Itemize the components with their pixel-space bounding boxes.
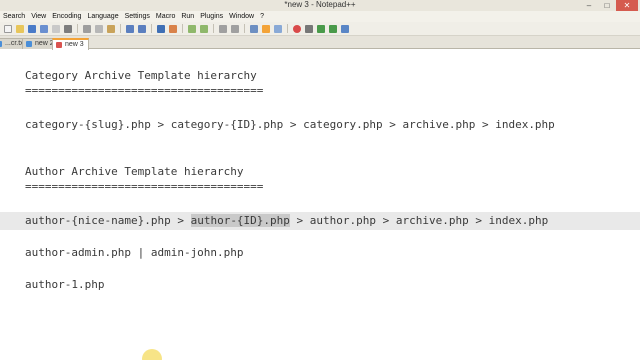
- menu-plugins[interactable]: Plugins: [197, 11, 226, 22]
- zoom-out-icon[interactable]: [200, 24, 208, 33]
- tab-label: new 3: [65, 41, 84, 48]
- tab-new-3[interactable]: new 3: [52, 38, 89, 50]
- title-bar: *new 3 - Notepad++ – □ ✕: [0, 0, 640, 11]
- window-controls: – □ ✕: [580, 0, 638, 11]
- tab-label: new 2: [35, 40, 54, 47]
- paste-icon[interactable]: [107, 24, 115, 33]
- menu-run[interactable]: Run: [178, 11, 197, 22]
- saved-file-icon: [0, 41, 2, 47]
- tab-bar: ...cr.txt new 2 new 3: [0, 36, 640, 50]
- code-line-category-heading: Category Archive Template hierarchy: [25, 69, 257, 82]
- menu-macro[interactable]: Macro: [153, 11, 178, 22]
- cut-icon[interactable]: [83, 24, 91, 33]
- stop-macro-icon[interactable]: [305, 24, 313, 33]
- redo-icon[interactable]: [138, 24, 146, 33]
- toolbar-separator: [182, 24, 183, 33]
- show-all-icon[interactable]: [262, 24, 270, 33]
- new-file-icon[interactable]: [4, 24, 12, 33]
- menu-help[interactable]: ?: [257, 11, 267, 22]
- zoom-in-icon[interactable]: [188, 24, 196, 33]
- close-button[interactable]: ✕: [616, 0, 638, 11]
- text-editor[interactable]: Category Archive Template hierarchy ====…: [0, 50, 640, 360]
- unsaved-file-icon: [56, 42, 62, 48]
- toolbar-separator: [213, 24, 214, 33]
- undo-icon[interactable]: [126, 24, 134, 33]
- code-line-author-chain: author-{nice-name}.php > author-{ID}.php…: [25, 214, 548, 228]
- play-macro-icon[interactable]: [317, 24, 325, 33]
- saved-file-icon: [26, 41, 32, 47]
- toolbar-separator: [77, 24, 78, 33]
- code-text: author-{nice-name}.php >: [25, 214, 191, 227]
- close-icon[interactable]: [52, 24, 60, 33]
- menu-encoding[interactable]: Encoding: [49, 11, 84, 22]
- toolbar-separator: [244, 24, 245, 33]
- indent-guide-icon[interactable]: [274, 24, 282, 33]
- code-line-author-one: author-1.php: [25, 278, 105, 291]
- maximize-button[interactable]: □: [598, 0, 616, 11]
- selected-text[interactable]: author-{ID}.php: [190, 214, 290, 227]
- code-line-author-admin: author-admin.php | admin-john.php: [25, 246, 244, 259]
- menu-view[interactable]: View: [28, 11, 49, 22]
- menu-search[interactable]: Search: [0, 11, 28, 22]
- save-icon[interactable]: [28, 24, 36, 33]
- toolbar-separator: [120, 24, 121, 33]
- menu-bar: Search View Encoding Language Settings M…: [0, 11, 640, 22]
- menu-language[interactable]: Language: [84, 11, 121, 22]
- print-icon[interactable]: [64, 24, 72, 33]
- sync-h-icon[interactable]: [231, 24, 239, 33]
- minimize-button[interactable]: –: [580, 0, 598, 11]
- find-icon[interactable]: [157, 24, 165, 33]
- save-all-icon[interactable]: [40, 24, 48, 33]
- replace-icon[interactable]: [169, 24, 177, 33]
- code-line-category-rule: ====================================: [25, 84, 264, 97]
- mouse-cursor-highlight: [142, 349, 162, 360]
- run-macro-icon[interactable]: [329, 24, 337, 33]
- menu-settings[interactable]: Settings: [122, 11, 153, 22]
- save-macro-icon[interactable]: [341, 24, 349, 33]
- code-line-author-heading: Author Archive Template hierarchy: [25, 165, 244, 178]
- code-line-category-chain: category-{slug}.php > category-{ID}.php …: [25, 118, 555, 131]
- menu-window[interactable]: Window: [226, 11, 257, 22]
- window-title: *new 3 - Notepad++: [284, 0, 356, 9]
- toolbar-separator: [287, 24, 288, 33]
- copy-icon[interactable]: [95, 24, 103, 33]
- word-wrap-icon[interactable]: [250, 24, 258, 33]
- open-file-icon[interactable]: [16, 24, 24, 33]
- toolbar: [0, 22, 640, 36]
- record-macro-icon[interactable]: [293, 24, 301, 33]
- code-line-author-rule: ====================================: [25, 180, 264, 193]
- toolbar-separator: [151, 24, 152, 33]
- code-text: > author.php > archive.php > index.php: [289, 214, 549, 227]
- sync-v-icon[interactable]: [219, 24, 227, 33]
